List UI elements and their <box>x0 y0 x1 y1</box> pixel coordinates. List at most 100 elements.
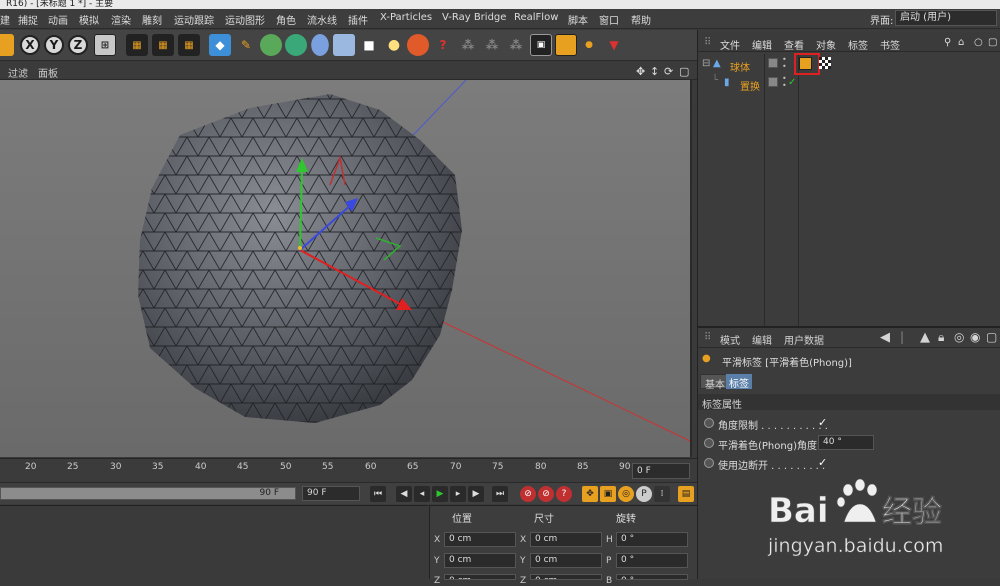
rot-h-field[interactable]: 0 ° <box>616 532 688 547</box>
tag-help-icon[interactable]: ? <box>432 34 454 56</box>
play-icon[interactable]: ▶ <box>432 486 448 502</box>
search-icon[interactable]: ⚲ <box>944 37 951 48</box>
menu-pipeline[interactable]: 流水线 <box>307 12 337 27</box>
object-row-displace[interactable]: └ ▮ 置换 • • ✓ <box>698 75 1000 94</box>
goto-start-icon[interactable]: ⏮ <box>370 486 386 502</box>
key-rotation-icon[interactable]: ◎ <box>618 486 634 502</box>
record-icon[interactable]: ⊘ <box>520 486 536 502</box>
panel-grip-icon[interactable]: ⠿ <box>704 332 711 343</box>
edge-breaks-checkbox[interactable]: ✓ <box>818 457 830 469</box>
om-menu-edit[interactable]: 编辑 <box>752 37 772 52</box>
lock-icon[interactable]: 🔒︎ <box>938 330 944 345</box>
coordinate-system-icon[interactable]: ⊞ <box>94 34 116 56</box>
axis-x-button[interactable]: X <box>20 35 40 55</box>
phong-angle-field[interactable]: 40 ° <box>818 435 874 450</box>
menu-create[interactable]: 建 <box>0 12 10 27</box>
visibility-dots-icon[interactable]: • • <box>782 75 787 90</box>
pos-x-field[interactable]: 0 cm <box>444 532 516 547</box>
target-icon[interactable]: ◎ <box>954 330 964 344</box>
layer-toggle-icon[interactable] <box>768 58 778 68</box>
viewport-rotate-icon[interactable]: ⟳ <box>664 65 673 78</box>
menu-plugins[interactable]: 插件 <box>348 12 368 27</box>
prev-key-icon[interactable]: ◀ <box>396 486 412 502</box>
om-menu-bookmark[interactable]: 书签 <box>880 37 900 52</box>
axis-z-button[interactable]: Z <box>68 35 88 55</box>
menu-simulate[interactable]: 模拟 <box>79 12 99 27</box>
render-settings-icon[interactable]: ▦ <box>178 34 200 56</box>
snap-icon[interactable] <box>555 34 577 56</box>
floor-icon[interactable] <box>333 34 355 56</box>
subdivision-icon[interactable] <box>260 34 282 56</box>
axis-y-button[interactable]: Y <box>44 35 64 55</box>
keyframe-selection-icon[interactable]: ? <box>556 486 572 502</box>
om-menu-view[interactable]: 查看 <box>784 37 804 52</box>
phong-tag-icon[interactable] <box>799 57 812 70</box>
key-pla-icon[interactable]: ⁞ <box>654 486 670 502</box>
cube-icon[interactable]: ◆ <box>209 34 231 56</box>
menu-snap[interactable]: 捕捉 <box>18 12 38 27</box>
autokey-icon[interactable]: ⊘ <box>538 486 554 502</box>
pos-y-field[interactable]: 0 cm <box>444 553 516 568</box>
light-icon[interactable]: ● <box>383 34 405 56</box>
key-position-icon[interactable]: ✥ <box>582 486 598 502</box>
back-arrow-icon[interactable]: ◀ <box>880 330 890 345</box>
scale-icon[interactable] <box>0 34 14 56</box>
viewport-maximize-icon[interactable]: ▢ <box>679 65 689 78</box>
new-window-icon[interactable]: ▢ <box>988 37 997 48</box>
rot-p-field[interactable]: 0 ° <box>616 553 688 568</box>
key-param-icon[interactable]: P <box>636 486 652 502</box>
animate-radio[interactable] <box>704 458 714 468</box>
visibility-icon[interactable]: ○ <box>974 37 983 48</box>
preview-range-slider[interactable]: 90 F <box>0 487 296 500</box>
home-icon[interactable]: ⌂ <box>958 37 964 48</box>
menu-window[interactable]: 窗口 <box>599 12 619 27</box>
render-picture-viewer-icon[interactable]: ▦ <box>152 34 174 56</box>
menu-realflow[interactable]: RealFlow <box>514 12 558 23</box>
menu-character[interactable]: 角色 <box>276 12 296 27</box>
layout-select[interactable]: 启动 (用户) <box>895 10 997 26</box>
visibility-dots-icon[interactable]: • • <box>782 56 787 71</box>
size-y-field[interactable]: 0 cm <box>530 553 602 568</box>
viewport-filter-menu[interactable]: 过滤 <box>8 65 28 80</box>
emitter-icon[interactable]: ⁂ <box>481 34 503 56</box>
animate-radio[interactable] <box>704 438 714 448</box>
layer-toggle-icon[interactable] <box>768 77 778 87</box>
viewport[interactable] <box>0 80 692 457</box>
up-arrow-icon[interactable]: ▲ <box>920 330 930 345</box>
menu-help[interactable]: 帮助 <box>631 12 651 27</box>
om-menu-object[interactable]: 对象 <box>816 37 836 52</box>
panel-grip-icon[interactable]: ⠿ <box>704 37 711 48</box>
end-frame-field[interactable]: 90 F <box>302 486 360 501</box>
pen-icon[interactable]: ✎ <box>235 34 257 56</box>
camera-icon[interactable]: ■ <box>358 34 380 56</box>
menu-render[interactable]: 渲染 <box>111 12 131 27</box>
angle-limit-checkbox[interactable]: ✓ <box>818 417 830 429</box>
settings-icon[interactable]: ◉ <box>970 330 980 344</box>
current-frame-field[interactable]: 0 F <box>632 463 690 479</box>
menu-xparticles[interactable]: X-Particles <box>380 12 432 23</box>
size-x-field[interactable]: 0 cm <box>530 532 602 547</box>
material-tag-icon[interactable] <box>819 57 831 69</box>
deformer-icon[interactable] <box>311 34 329 56</box>
viewport-zoom-icon[interactable]: ↕ <box>650 65 659 78</box>
expand-icon[interactable]: ⊟ <box>702 58 710 69</box>
render-region-icon[interactable]: ▣ <box>530 34 552 56</box>
timeline-window-icon[interactable]: ▤ <box>678 486 694 502</box>
om-menu-tag[interactable]: 标签 <box>848 37 868 52</box>
menu-sculpt[interactable]: 雕刻 <box>142 12 162 27</box>
new-window-icon[interactable]: ▢ <box>986 330 997 344</box>
menu-motion-tracking[interactable]: 运动跟踪 <box>174 12 214 27</box>
timeline-ruler[interactable]: 20 25 30 35 40 45 50 55 60 65 70 75 80 8… <box>0 458 697 482</box>
enabled-check-icon[interactable]: ✓ <box>788 77 796 88</box>
viewport-panel-menu[interactable]: 面板 <box>38 65 58 80</box>
am-menu-edit[interactable]: 编辑 <box>752 332 772 347</box>
menu-animate[interactable]: 动画 <box>48 12 68 27</box>
menu-mograph[interactable]: 运动图形 <box>225 12 265 27</box>
vray-icon[interactable]: ▼ <box>603 34 625 56</box>
viewport-move-icon[interactable]: ✥ <box>636 65 645 78</box>
object-row-sphere[interactable]: ⊟ ▲ 球体 • • <box>698 53 1000 75</box>
render-view-icon[interactable]: ▦ <box>126 34 148 56</box>
xpresso-icon[interactable]: ⁂ <box>457 34 479 56</box>
next-frame-icon[interactable]: ▸ <box>450 486 466 502</box>
next-key-icon[interactable]: ▶ <box>468 486 484 502</box>
